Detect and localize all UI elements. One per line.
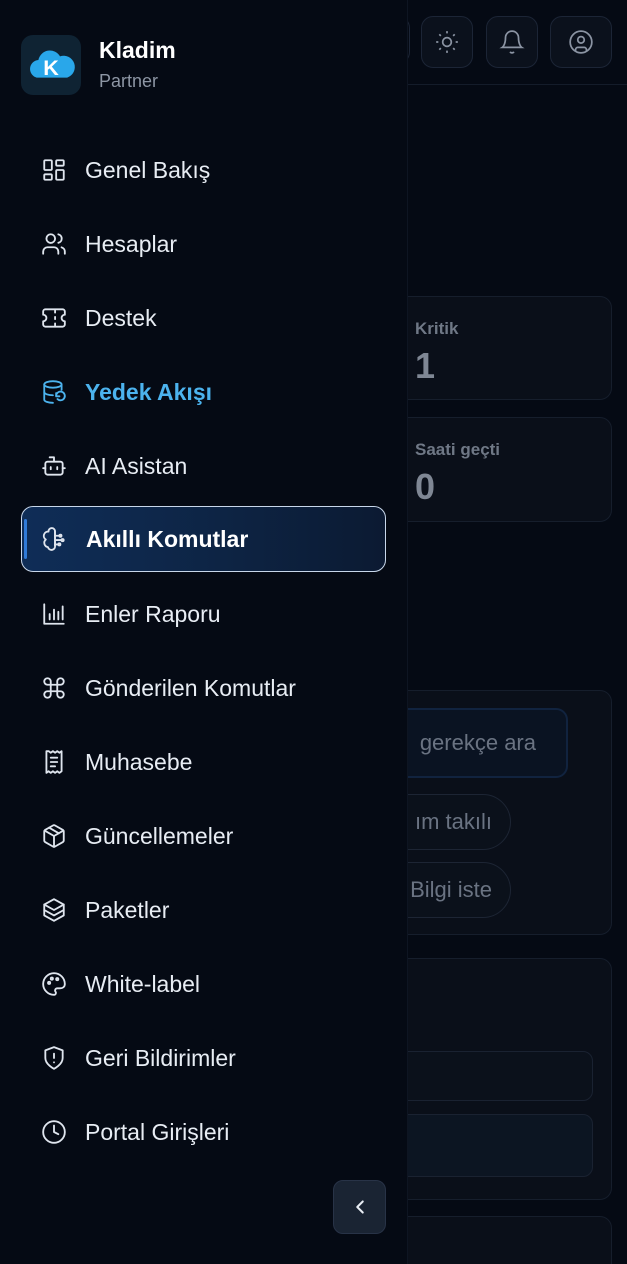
clock-icon <box>42 1120 66 1144</box>
bell-icon <box>499 30 525 54</box>
nav-item-geri-bildirimler[interactable]: Geri Bildirimler <box>21 1025 386 1091</box>
profile-button[interactable] <box>550 16 612 68</box>
collapse-sidebar-button[interactable] <box>333 1180 386 1234</box>
nav-item-genel-bakis[interactable]: Genel Bakış <box>21 137 386 203</box>
brand[interactable]: K Kladim Partner <box>21 35 176 95</box>
nav-item-paketler[interactable]: Paketler <box>21 877 386 943</box>
sidebar: K Kladim Partner Genel Bakış Hesaplar De… <box>0 0 408 1264</box>
stat-label: Saati geçti <box>415 440 501 459</box>
nav-label: Gönderilen Komutlar <box>85 674 296 701</box>
user-circle-icon <box>569 30 593 54</box>
ticket-icon <box>42 308 66 328</box>
brand-logo: K <box>21 35 81 95</box>
shield-alert-icon <box>44 1046 64 1070</box>
nav-item-akilli-komutlar[interactable]: Akıllı Komutlar <box>21 506 386 572</box>
notifications-button[interactable] <box>486 16 538 68</box>
nav-label: Yedek Akışı <box>85 378 213 405</box>
stat-value: 0 <box>415 466 436 507</box>
nav-item-destek[interactable]: Destek <box>21 285 386 351</box>
nav-label: Akıllı Komutlar <box>86 525 249 552</box>
nav-item-guncellemeler[interactable]: Güncellemeler <box>21 803 386 869</box>
nav-label: Geri Bildirimler <box>85 1044 236 1071</box>
chevron-left-icon <box>355 1200 364 1214</box>
package-icon <box>43 898 65 922</box>
cloud-logo-icon: K <box>30 50 75 80</box>
bot-icon <box>42 456 66 476</box>
brand-name: Kladim <box>99 37 176 63</box>
palette-icon <box>42 972 66 996</box>
stat-value: 1 <box>415 345 436 386</box>
nav-label: Muhasebe <box>85 748 193 775</box>
command-icon <box>43 677 65 699</box>
database-backup-icon <box>43 380 66 404</box>
nav-item-yedek-akisi[interactable]: Yedek Akışı <box>21 359 386 425</box>
nav-item-gonderilen-komutlar[interactable]: Gönderilen Komutlar <box>21 655 386 721</box>
nav-item-enler-raporu[interactable]: Enler Raporu <box>21 581 386 647</box>
package-check-icon <box>43 824 65 848</box>
receipt-icon <box>45 750 63 774</box>
logo-letter: K <box>43 55 59 80</box>
nav-label: Destek <box>85 304 157 331</box>
nav-label: Portal Girişleri <box>85 1118 230 1145</box>
nav-item-ai-asistan[interactable]: AI Asistan <box>21 433 386 499</box>
bar-chart-icon <box>43 603 65 625</box>
sun-icon <box>436 31 458 53</box>
nav-label: Paketler <box>85 896 170 923</box>
nav-label: AI Asistan <box>85 452 188 479</box>
nav-label: Enler Raporu <box>85 600 221 627</box>
brand-subtitle: Partner <box>99 71 159 91</box>
nav-item-muhasebe[interactable]: Muhasebe <box>21 729 386 795</box>
nav-label: Güncellemeler <box>85 822 234 849</box>
nav-label: Genel Bakış <box>85 156 211 183</box>
users-icon <box>42 233 66 255</box>
dashboard-icon <box>43 159 65 181</box>
nav-label: White-label <box>85 970 201 997</box>
theme-toggle-button[interactable] <box>421 16 473 68</box>
brain-icon <box>42 527 65 551</box>
nav-item-hesaplar[interactable]: Hesaplar <box>21 211 386 277</box>
nav-item-portal-girisleri[interactable]: Portal Girişleri <box>21 1099 386 1165</box>
stat-label: Kritik <box>415 319 459 338</box>
nav-label: Hesaplar <box>85 230 178 257</box>
nav-item-white-label[interactable]: White-label <box>21 951 386 1017</box>
